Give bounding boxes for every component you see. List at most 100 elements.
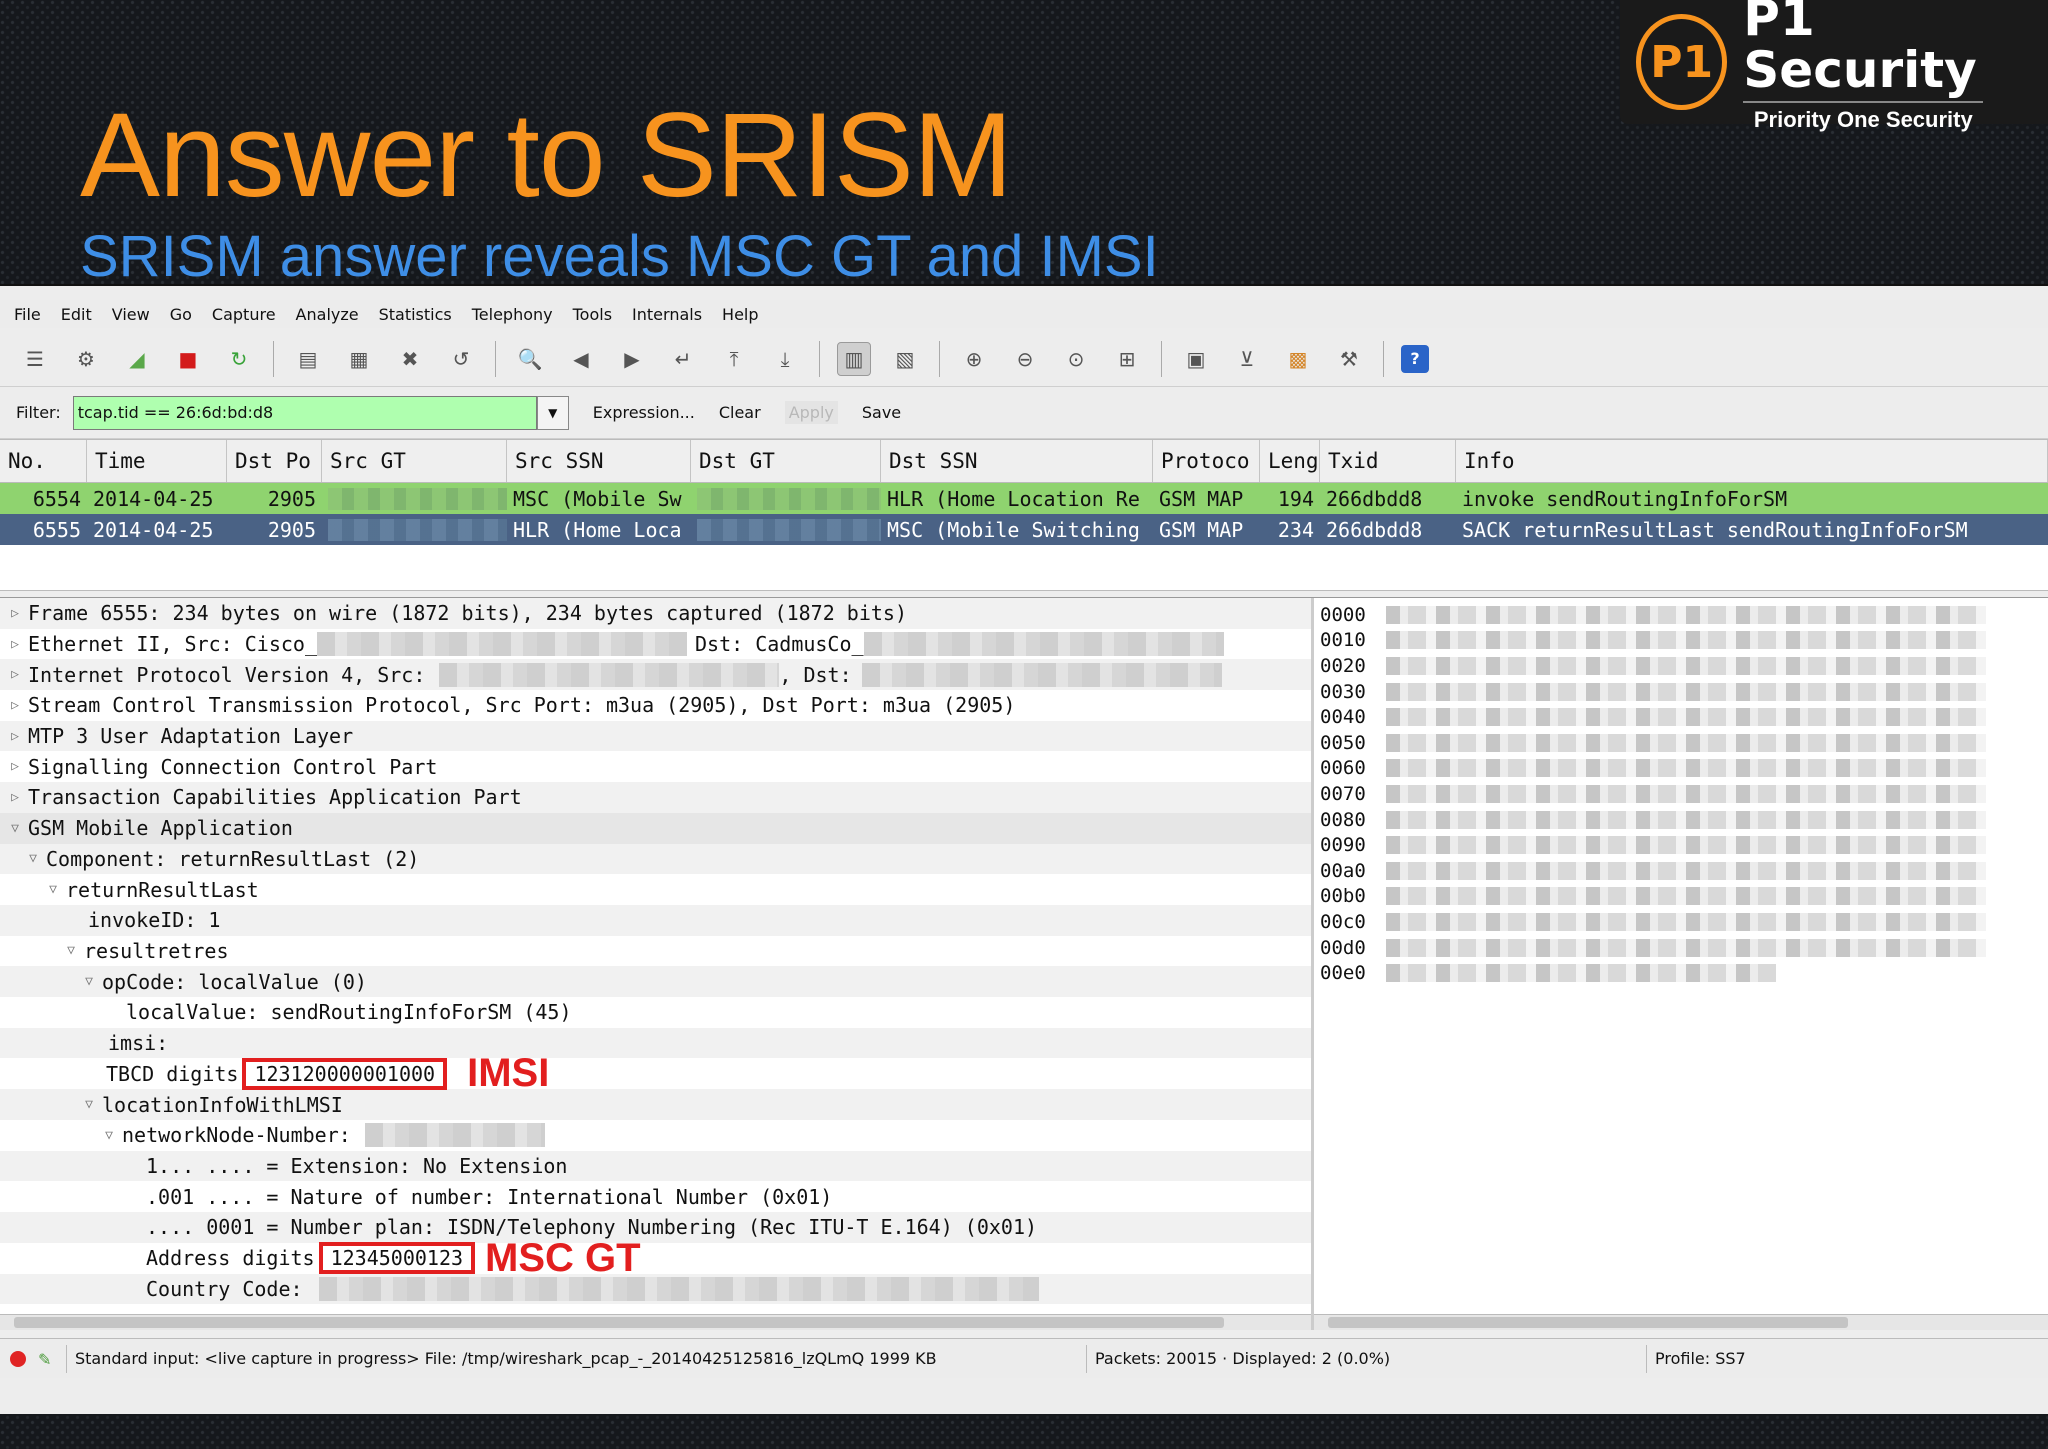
hex-row[interactable]: 0000 xyxy=(1314,602,2048,628)
filter-dropdown-icon[interactable]: ▼ xyxy=(536,395,569,430)
tree-number-plan[interactable]: .... 0001 = Number plan: ISDN/Telephony … xyxy=(0,1212,1311,1243)
hex-row[interactable]: 0030 xyxy=(1314,679,2048,705)
display-filter-input[interactable]: tcap.tid == 26:6d:bd:d8 xyxy=(72,395,537,430)
col-info[interactable]: Info xyxy=(1456,440,2048,482)
restart-capture-icon[interactable]: ↻ xyxy=(222,342,256,376)
expand-arrow-icon[interactable]: ▷ xyxy=(6,729,24,744)
tree-frame[interactable]: ▷ Frame 6555: 234 bytes on wire (1872 bit… xyxy=(0,598,1311,629)
collapse-arrow-icon[interactable]: ▽ xyxy=(80,974,98,989)
col-txid[interactable]: Txid xyxy=(1320,440,1456,482)
tree-invoke-id[interactable]: invokeID: 1 xyxy=(0,904,1311,936)
packet-row[interactable]: 6554 2014-04-25 2905 MSC (Mobile Sw HLR … xyxy=(0,483,2048,514)
hex-row[interactable]: 0090 xyxy=(1314,832,2048,858)
help-icon[interactable]: ? xyxy=(1401,344,1429,373)
reload-icon[interactable]: ↺ xyxy=(444,342,478,376)
open-file-icon[interactable]: ▤ xyxy=(291,342,325,376)
menu-view[interactable]: View xyxy=(112,305,150,324)
menu-capture[interactable]: Capture xyxy=(212,305,276,324)
find-packet-icon[interactable]: 🔍 xyxy=(513,342,547,376)
last-packet-icon[interactable]: ⤓ xyxy=(768,342,802,376)
tree-location-info[interactable]: ▽ locationInfoWithLMSI xyxy=(0,1089,1311,1120)
expand-arrow-icon[interactable]: ▷ xyxy=(6,698,24,713)
expand-arrow-icon[interactable]: ▷ xyxy=(6,759,24,774)
expand-arrow-icon[interactable]: ▷ xyxy=(6,667,24,682)
hex-row[interactable]: 00d0 xyxy=(1314,935,2048,961)
col-length[interactable]: Leng xyxy=(1260,440,1320,482)
capture-comment-icon[interactable]: ✎ xyxy=(38,1350,56,1369)
tree-tcap[interactable]: ▷ Transaction Capabilities Application Pa… xyxy=(0,782,1311,813)
col-time[interactable]: Time xyxy=(87,440,227,482)
hex-row[interactable]: 0060 xyxy=(1314,756,2048,782)
coloring-rules-icon[interactable]: ▩ xyxy=(1281,342,1315,376)
scrollbar-thumb[interactable] xyxy=(1328,1317,1848,1328)
hex-row[interactable]: 0040 xyxy=(1314,704,2048,730)
save-file-icon[interactable]: ▦ xyxy=(342,342,376,376)
col-src-gt[interactable]: Src GT xyxy=(322,440,507,482)
first-packet-icon[interactable]: ⤒ xyxy=(717,342,751,376)
hex-row[interactable]: 00a0 xyxy=(1314,858,2048,884)
expand-arrow-icon[interactable]: ▷ xyxy=(6,606,24,621)
col-protocol[interactable]: Protoco xyxy=(1153,440,1260,482)
display-filters-icon[interactable]: ⊻ xyxy=(1230,342,1264,376)
capture-options-icon[interactable]: ⚙ xyxy=(69,342,103,376)
collapse-arrow-icon[interactable]: ▽ xyxy=(80,1097,98,1112)
tree-return-result-last[interactable]: ▽ returnResultLast xyxy=(0,874,1311,905)
save-filter-button[interactable]: Save xyxy=(862,403,901,422)
status-profile[interactable]: Profile: SS7 xyxy=(1646,1344,1746,1373)
collapse-arrow-icon[interactable]: ▽ xyxy=(62,943,80,958)
col-no[interactable]: No. xyxy=(0,440,87,482)
menu-statistics[interactable]: Statistics xyxy=(379,305,452,324)
go-back-icon[interactable]: ◀ xyxy=(564,342,598,376)
tree-component[interactable]: ▽ Component: returnResultLast (2) xyxy=(0,843,1311,875)
col-dst-port[interactable]: Dst Po xyxy=(227,440,322,482)
collapse-arrow-icon[interactable]: ▽ xyxy=(100,1128,118,1143)
tree-imsi[interactable]: imsi: xyxy=(0,1027,1311,1059)
tree-m3ua[interactable]: ▷ MTP 3 User Adaptation Layer xyxy=(0,720,1311,752)
tree-ethernet[interactable]: ▷ Ethernet II, Src: Cisco_ Dst: CadmusCo_ xyxy=(0,629,1311,660)
hex-row[interactable]: 0020 xyxy=(1314,653,2048,679)
tree-resultretres[interactable]: ▽ resultretres xyxy=(0,936,1311,967)
tree-opcode[interactable]: ▽ opCode: localValue (0) xyxy=(0,966,1311,997)
expand-arrow-icon[interactable]: ▷ xyxy=(6,637,24,652)
tree-horizontal-scrollbar[interactable] xyxy=(0,1314,1311,1330)
tree-local-value[interactable]: localValue: sendRoutingInfoForSM (45) xyxy=(0,997,1311,1028)
hex-row[interactable]: 0070 xyxy=(1314,781,2048,807)
tree-sccp[interactable]: ▷ Signalling Connection Control Part xyxy=(0,751,1311,782)
close-file-icon[interactable]: ✖ xyxy=(393,342,427,376)
tree-gsm-map[interactable]: ▽ GSM Mobile Application xyxy=(0,812,1311,844)
clear-filter-button[interactable]: Clear xyxy=(719,403,761,422)
expand-arrow-icon[interactable]: ▷ xyxy=(6,790,24,805)
menu-telephony[interactable]: Telephony xyxy=(472,305,553,324)
tree-address-digits[interactable]: Address digits 12345000123 MSC GT xyxy=(0,1236,1311,1280)
start-capture-icon[interactable]: ◢ xyxy=(120,342,154,376)
capture-filters-icon[interactable]: ▣ xyxy=(1179,342,1213,376)
collapse-arrow-icon[interactable]: ▽ xyxy=(24,851,42,866)
hex-row[interactable]: 00c0 xyxy=(1314,909,2048,935)
stop-capture-icon[interactable]: ■ xyxy=(171,342,205,376)
tree-nature-of-number[interactable]: .001 .... = Nature of number: Internatio… xyxy=(0,1181,1311,1212)
col-src-ssn[interactable]: Src SSN xyxy=(507,440,691,482)
zoom-normal-icon[interactable]: ⊙ xyxy=(1059,342,1093,376)
menu-edit[interactable]: Edit xyxy=(61,305,92,324)
tree-ip[interactable]: ▷ Internet Protocol Version 4, Src: , Dst: xyxy=(0,659,1311,691)
tree-extension[interactable]: 1... .... = Extension: No Extension xyxy=(0,1150,1311,1182)
hex-horizontal-scrollbar[interactable] xyxy=(1314,1314,2048,1330)
go-to-packet-icon[interactable]: ↵ xyxy=(666,342,700,376)
hex-row[interactable]: 0050 xyxy=(1314,730,2048,756)
hex-row[interactable]: 0010 xyxy=(1314,628,2048,654)
menu-file[interactable]: File xyxy=(14,305,41,324)
colorize-icon[interactable]: ▥ xyxy=(837,341,871,376)
collapse-arrow-icon[interactable]: ▽ xyxy=(44,882,62,897)
col-dst-gt[interactable]: Dst GT xyxy=(691,440,881,482)
expression-button[interactable]: Expression... xyxy=(593,403,695,422)
hex-row[interactable]: 0080 xyxy=(1314,807,2048,833)
menu-help[interactable]: Help xyxy=(722,305,758,324)
menu-analyze[interactable]: Analyze xyxy=(296,305,359,324)
go-forward-icon[interactable]: ▶ xyxy=(615,342,649,376)
tree-tbcd-digits[interactable]: TBCD digits 123120000001000 IMSI xyxy=(0,1051,1311,1095)
zoom-in-icon[interactable]: ⊕ xyxy=(957,342,991,376)
packet-row-selected[interactable]: 6555 2014-04-25 2905 HLR (Home Loca MSC … xyxy=(0,514,2048,545)
apply-filter-button[interactable]: Apply xyxy=(784,401,838,424)
collapse-arrow-icon[interactable]: ▽ xyxy=(6,821,24,836)
tree-sctp[interactable]: ▷ Stream Control Transmission Protocol, S… xyxy=(0,690,1311,721)
